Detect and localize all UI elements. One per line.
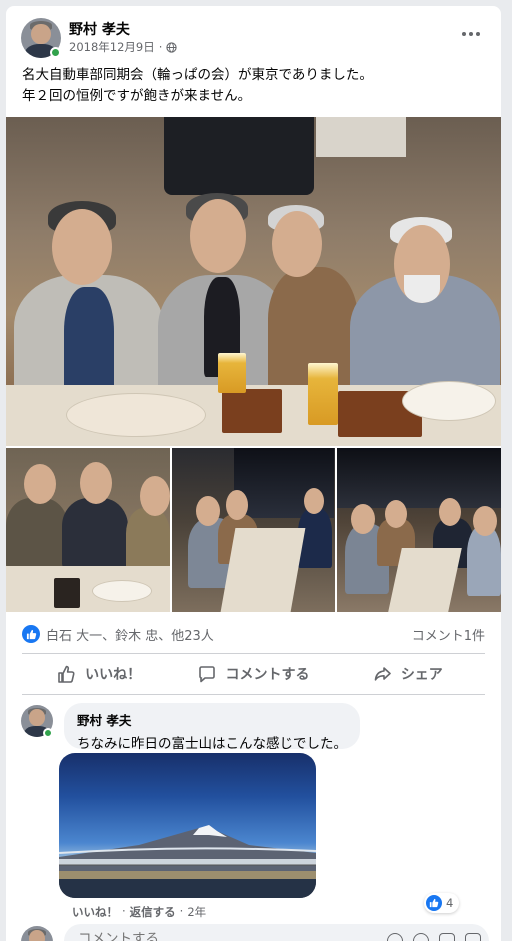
reaction-summary[interactable]: 白石 大一、鈴木 忠、他23人 <box>22 623 214 645</box>
post-author-name[interactable]: 野村 孝夫 <box>69 19 130 39</box>
divider <box>22 653 485 654</box>
write-comment-input[interactable] <box>78 931 358 941</box>
share-button-label: シェア <box>400 667 443 683</box>
comment-age[interactable]: 2年 <box>187 904 206 920</box>
comment-text: ちなみに昨日の富士山はこんな感じでした。 <box>77 736 347 752</box>
thumbs-up-icon <box>58 665 75 683</box>
comment-photo-mount-fuji[interactable] <box>59 753 316 898</box>
post-text-line: 名大自動車部同期会（輪っぱの会）が東京でありました。 <box>22 67 373 83</box>
camera-icon[interactable] <box>413 933 429 941</box>
photo-thumbnail-2[interactable] <box>172 448 335 612</box>
photo-thumbnail-3[interactable] <box>337 448 501 612</box>
photo-thumbnail-1[interactable] <box>6 448 170 612</box>
comment-like-link[interactable]: いいね！ <box>72 904 118 920</box>
plate <box>92 580 152 602</box>
post-text-line: 年２回の恒例ですが飽きが来ません。 <box>22 88 252 104</box>
plate <box>402 381 496 421</box>
sticker-icon[interactable] <box>465 933 481 941</box>
post-meta: 2018年12月9日 · <box>69 39 178 55</box>
comment-reply-link[interactable]: 返信する <box>130 904 176 920</box>
comment-author[interactable]: 野村 孝夫 <box>77 710 347 729</box>
write-comment-box[interactable] <box>64 924 489 941</box>
post-card: 野村 孝夫 2018年12月9日 · 名大自動車部同期会（輪っぱの会）が東京であ… <box>6 6 501 941</box>
post-text: 名大自動車部同期会（輪っぱの会）が東京でありました。 年２回の恒例ですが飽きが来… <box>22 65 492 107</box>
beard <box>404 275 440 303</box>
globe-icon <box>166 41 178 53</box>
sushi-board <box>222 389 282 433</box>
comment-count[interactable]: コメント1件 <box>412 625 485 644</box>
photo-main[interactable] <box>6 117 501 446</box>
avatar-face <box>31 23 51 45</box>
like-button-label: いいね！ <box>85 667 142 683</box>
online-status-dot <box>50 47 61 58</box>
comment-separator: · <box>179 904 184 918</box>
like-icon <box>22 625 40 643</box>
action-bar: いいね！ コメントする シェア <box>22 655 485 693</box>
divider <box>22 694 485 695</box>
comment-button-label: コメントする <box>225 667 310 683</box>
reaction-names[interactable]: 白石 大一、鈴木 忠、他23人 <box>46 625 214 644</box>
mount-fuji-scene <box>59 825 316 898</box>
comment-separator: · <box>122 904 126 918</box>
wall-panel <box>316 117 406 157</box>
comment-bubble: 野村 孝夫 ちなみに昨日の富士山はこんな感じでした。 <box>64 703 360 752</box>
comment-actions: いいね！ · 返信する · 2年 <box>72 904 206 920</box>
emoji-icon[interactable] <box>387 933 403 941</box>
like-button[interactable]: いいね！ <box>22 655 176 693</box>
like-icon <box>426 895 442 911</box>
post-date[interactable]: 2018年12月9日 <box>69 39 155 55</box>
comment-button[interactable]: コメントする <box>176 655 330 693</box>
more-dot <box>462 32 466 36</box>
online-status-dot <box>43 728 53 738</box>
more-dot <box>476 32 480 36</box>
comment-reaction-badge[interactable]: 4 <box>424 893 460 913</box>
hanging-jacket <box>164 117 314 195</box>
more-dot <box>469 32 473 36</box>
share-icon <box>374 667 391 681</box>
comment-reaction-count: 4 <box>446 896 454 910</box>
avatar-face <box>29 709 45 727</box>
window <box>337 448 501 508</box>
table <box>220 528 306 612</box>
beer-glass <box>218 353 246 393</box>
current-user-avatar[interactable] <box>21 926 53 941</box>
more-options-icon[interactable] <box>459 22 483 46</box>
write-comment-tools <box>387 933 481 941</box>
share-button[interactable]: シェア <box>331 655 485 693</box>
comment-icon <box>199 666 216 683</box>
beer-glass <box>308 363 338 425</box>
plate <box>66 393 206 437</box>
table <box>388 548 462 612</box>
sushi-board <box>54 578 80 608</box>
meta-separator: · <box>158 40 163 54</box>
gif-icon[interactable] <box>439 933 455 941</box>
avatar-face <box>29 930 45 941</box>
